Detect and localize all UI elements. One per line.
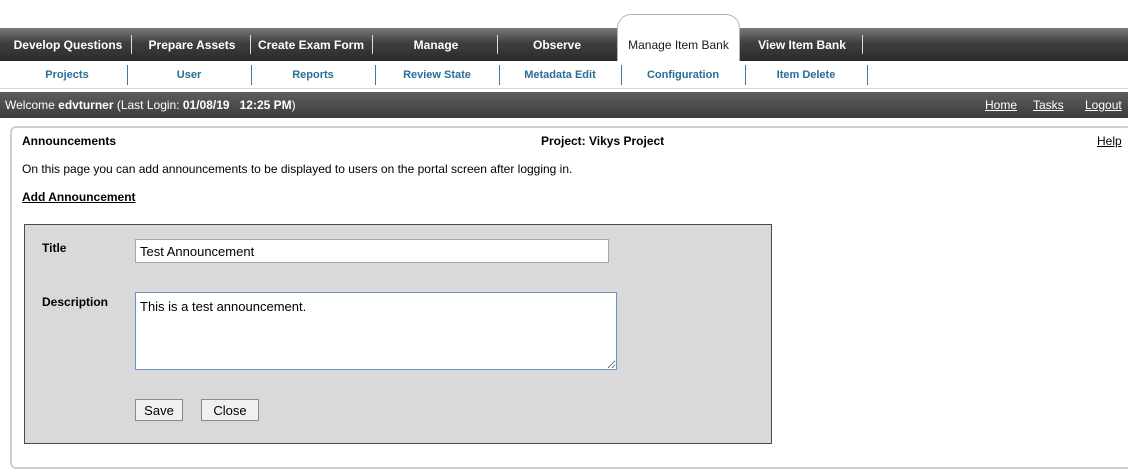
tab-manage[interactable]: Manage — [376, 28, 496, 61]
title-label: Title — [42, 241, 67, 255]
add-announcement-link[interactable]: Add Announcement — [22, 190, 136, 204]
description-label: Description — [42, 295, 109, 309]
title-input[interactable] — [135, 239, 609, 263]
save-button[interactable]: Save — [135, 399, 183, 421]
tab-prepare-assets[interactable]: Prepare Assets — [136, 28, 248, 61]
tab-create-exam-form[interactable]: Create Exam Form — [252, 28, 370, 61]
username: edvturner — [58, 98, 114, 112]
close-button[interactable]: Close — [201, 399, 259, 421]
description-textarea[interactable]: This is a test announcement. — [135, 292, 617, 370]
subnav-reports[interactable]: Reports — [252, 61, 374, 89]
subnav-user[interactable]: User — [128, 61, 250, 89]
sub-nav: Projects User Reports Review State Metad… — [0, 61, 1128, 89]
welcome-prefix: Welcome — [5, 98, 59, 112]
tab-manage-item-bank[interactable]: Manage Item Bank — [617, 14, 740, 61]
last-login-suffix: ) — [291, 98, 296, 112]
tab-divider — [372, 35, 373, 54]
announcements-panel: Announcements Project: Vikys Project Hel… — [10, 126, 1128, 469]
tab-divider — [497, 35, 498, 54]
page-title: Announcements — [22, 134, 117, 148]
subnav-projects[interactable]: Projects — [8, 61, 126, 89]
tasks-link[interactable]: Tasks — [1033, 98, 1064, 112]
announcement-form: Title Description This is a test announc… — [24, 224, 772, 444]
tab-develop-questions[interactable]: Develop Questions — [6, 28, 130, 61]
subnav-divider — [867, 65, 868, 85]
last-login-prefix: (Last Login: — [113, 98, 183, 112]
help-link[interactable]: Help — [1097, 134, 1122, 148]
page-description: On this page you can add announcements t… — [22, 162, 573, 176]
subnav-review-state[interactable]: Review State — [376, 61, 498, 89]
time-gap — [230, 98, 240, 112]
tab-divider — [862, 35, 863, 54]
welcome-message: Welcome edvturner (Last Login: 01/08/19 … — [5, 98, 296, 112]
tab-view-item-bank[interactable]: View Item Bank — [744, 28, 860, 61]
project-name: Project: Vikys Project — [541, 134, 665, 148]
tab-observe[interactable]: Observe — [500, 28, 614, 61]
top-nav: Develop Questions Prepare Assets Create … — [0, 0, 1128, 61]
subnav-metadata-edit[interactable]: Metadata Edit — [500, 61, 620, 89]
last-login-time: 12:25 PM — [239, 98, 292, 112]
logout-link[interactable]: Logout — [1085, 98, 1122, 112]
tab-divider — [131, 35, 132, 54]
subnav-configuration[interactable]: Configuration — [622, 61, 744, 89]
last-login-date: 01/08/19 — [182, 98, 230, 112]
home-link[interactable]: Home — [985, 98, 1017, 112]
subnav-item-delete[interactable]: Item Delete — [746, 61, 866, 89]
tab-divider — [250, 35, 251, 54]
welcome-bar: Welcome edvturner (Last Login: 01/08/19 … — [0, 92, 1128, 118]
